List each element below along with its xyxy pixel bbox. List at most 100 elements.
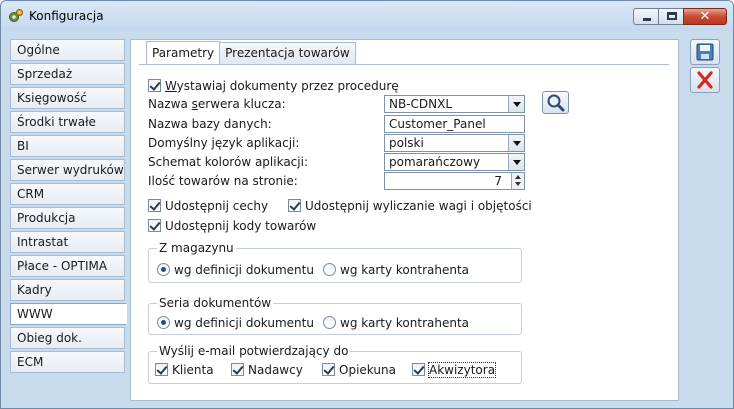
series-group: Seria dokumentów wg definicji dokumentu … — [148, 296, 522, 335]
label-part: Nazwa — [148, 97, 192, 111]
checkbox-box[interactable] — [155, 363, 168, 376]
window-controls: ✕ — [633, 8, 727, 26]
email-group-title: Wyślij e-mail potwierdzający do — [157, 344, 351, 358]
email-guardian-checkbox[interactable]: Opiekuna — [322, 361, 396, 379]
language-label: Domyślny język aplikacji: — [148, 136, 300, 150]
warehouse-radio-contractor[interactable]: wg karty kontrahenta — [323, 261, 469, 279]
sidebar-item[interactable]: CRM — [10, 183, 125, 205]
sidebar-item[interactable]: Księgowość — [10, 87, 125, 109]
series-radio-document[interactable]: wg definicji dokumentu — [157, 314, 314, 332]
checkbox-box[interactable] — [148, 199, 161, 212]
checkbox-label: Klienta — [172, 363, 214, 377]
share-codes-checkbox[interactable]: Udostępnij kody towarów — [148, 217, 316, 235]
sidebar-item[interactable]: ECM — [10, 351, 125, 373]
warehouse-group: Z magazynu wg definicji dokumentu wg kar… — [148, 241, 522, 283]
email-client-checkbox[interactable]: Klienta — [155, 361, 214, 379]
warehouse-radio-document[interactable]: wg definicji dokumentu — [157, 261, 314, 279]
server-key-label: Nazwa serwera klucza: — [148, 95, 286, 113]
items-per-page-stepper[interactable]: 7 — [384, 172, 525, 190]
radio-label: wg karty kontrahenta — [340, 316, 470, 330]
window-title: Konfiguracja — [29, 9, 104, 23]
series-radio-contractor[interactable]: wg karty kontrahenta — [323, 314, 469, 332]
items-per-page-value: 7 — [494, 174, 502, 188]
sidebar-item[interactable]: Sprzedaż — [10, 63, 125, 85]
items-per-page-label: Ilość towarów na stronie: — [148, 174, 298, 188]
checkbox-label: Opiekuna — [339, 363, 396, 377]
series-group-title: Seria dokumentów — [157, 296, 274, 310]
color-scheme-combo[interactable]: pomarańczowy — [384, 153, 525, 171]
use-procedure-label: Wystawiaj dokumenty przez procedurę — [165, 79, 399, 93]
settings-panel: Parametry Prezentacja towarów Wystawiaj … — [130, 39, 679, 401]
tab-strip: Parametry Prezentacja towarów — [146, 41, 356, 65]
title-bar[interactable]: Konfiguracja ✕ — [1, 1, 733, 31]
close-icon: ✕ — [699, 9, 711, 24]
db-name-value: Customer_Panel — [389, 117, 486, 131]
sidebar-item[interactable]: WWW — [10, 303, 127, 325]
radio-button[interactable] — [157, 316, 170, 329]
checkbox-box[interactable] — [412, 363, 425, 376]
email-group: Wyślij e-mail potwierdzający do Klienta … — [148, 344, 522, 384]
radio-button[interactable] — [157, 263, 170, 276]
sidebar-item[interactable]: Płace - OPTIMA — [10, 255, 125, 277]
spinner-up-icon[interactable] — [515, 175, 521, 179]
color-scheme-value: pomarańczowy — [389, 155, 481, 169]
share-features-label: Udostępnij cechy — [165, 199, 269, 213]
use-procedure-checkbox[interactable]: Wystawiaj dokumenty przez procedurę — [148, 77, 399, 95]
sidebar-item[interactable]: Kadry — [10, 279, 125, 301]
checkbox-label: Nadawcy — [248, 363, 303, 377]
language-combo[interactable]: polski — [384, 134, 525, 152]
checkbox-box[interactable] — [148, 219, 161, 232]
chevron-down-icon[interactable] — [508, 154, 524, 170]
lookup-button[interactable] — [542, 91, 569, 114]
tab-parametry[interactable]: Parametry — [146, 41, 221, 65]
email-agent-checkbox[interactable]: Akwizytora — [412, 361, 497, 379]
sidebar-item[interactable]: Środki trwałe — [10, 111, 125, 133]
save-button[interactable] — [690, 39, 720, 65]
chevron-down-icon[interactable] — [508, 96, 524, 112]
share-codes-label: Udostępnij kody towarów — [165, 219, 317, 233]
email-sender-checkbox[interactable]: Nadawcy — [231, 361, 303, 379]
tab-prezentacja-towarow[interactable]: Prezentacja towarów — [219, 42, 356, 64]
minimize-icon — [643, 18, 651, 21]
floppy-disk-icon — [696, 43, 714, 61]
cancel-button[interactable] — [690, 67, 720, 93]
share-weight-label: Udostępnij wyliczanie wagi i objętości — [305, 199, 532, 213]
db-name-input[interactable]: Customer_Panel — [384, 115, 525, 133]
color-scheme-label: Schemat kolorów aplikacji: — [148, 155, 308, 169]
magnifier-icon — [547, 94, 565, 112]
tab-divider — [139, 64, 669, 65]
checkbox-box[interactable] — [148, 79, 161, 92]
checkbox-box[interactable] — [231, 363, 244, 376]
sidebar-item[interactable]: Ogólne — [10, 39, 125, 61]
minimize-button[interactable] — [633, 8, 659, 25]
maximize-icon — [667, 12, 677, 20]
chevron-down-icon[interactable] — [508, 135, 524, 151]
gear-icon — [8, 8, 24, 24]
sidebar-item[interactable]: Intrastat — [10, 231, 125, 253]
warehouse-group-title: Z magazynu — [157, 241, 236, 255]
spinner[interactable] — [511, 173, 524, 189]
checkbox-label: Akwizytora — [427, 362, 497, 378]
sidebar-item[interactable]: Serwer wydruków — [10, 159, 125, 181]
share-weight-checkbox[interactable]: Udostępnij wyliczanie wagi i objętości — [288, 197, 532, 215]
server-key-value: NB-CDNXL — [389, 97, 453, 111]
label-accelerator: W — [165, 79, 177, 93]
radio-label: wg definicji dokumentu — [174, 316, 314, 330]
sidebar: Ogólne Sprzedaż Księgowość Środki trwałe BI S… — [10, 39, 127, 375]
close-button[interactable]: ✕ — [683, 8, 727, 25]
sidebar-item[interactable]: BI — [10, 135, 125, 157]
checkbox-box[interactable] — [322, 363, 335, 376]
checkbox-box[interactable] — [288, 199, 301, 212]
sidebar-item[interactable]: Obieg dok. — [10, 327, 125, 349]
db-name-label: Nazwa bazy danych: — [148, 117, 272, 131]
config-window: Konfiguracja ✕ Ogólne Sprzedaż Księgowość Ś… — [0, 0, 734, 409]
radio-button[interactable] — [323, 316, 336, 329]
red-x-icon — [697, 71, 713, 89]
sidebar-item[interactable]: Produkcja — [10, 207, 125, 229]
server-key-combo[interactable]: NB-CDNXL — [384, 95, 525, 113]
share-features-checkbox[interactable]: Udostępnij cechy — [148, 197, 268, 215]
spinner-down-icon[interactable] — [515, 182, 521, 186]
label-part: ystawiaj dokumenty przez procedurę — [176, 79, 399, 93]
radio-button[interactable] — [323, 263, 336, 276]
maximize-button[interactable] — [658, 8, 684, 25]
